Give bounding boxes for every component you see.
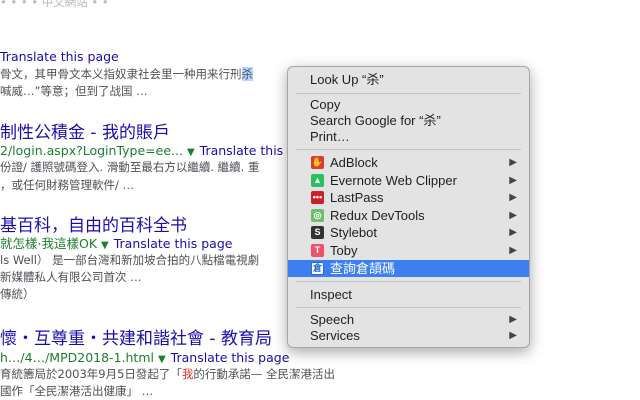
result-3-url[interactable]: h…/4…/MPD2018-1.html — [0, 350, 154, 365]
result-0-url-line: Translate this page — [0, 46, 119, 65]
menu-item-evernote[interactable]: ▲ Evernote Web Clipper ▶ — [288, 172, 529, 189]
menu-item-search-google[interactable]: Search Google for “杀” — [288, 112, 529, 129]
result-3-url-line: h…/4…/MPD2018-1.html ▼ Translate this page — [0, 347, 289, 366]
submenu-arrow-icon: ▶ — [509, 330, 517, 341]
result-2-snippet-2: 新媒體私人有限公司首次 … — [0, 270, 142, 284]
menu-item-toby[interactable]: T Toby ▶ — [288, 242, 529, 259]
result-0-snippet-2: 喊威…”等意；但到了战国 … — [0, 84, 148, 98]
result-1-snippet-2: ，或任何財務管理軟件/ … — [0, 178, 135, 192]
dropdown-triangle-icon[interactable]: ▼ — [158, 354, 166, 365]
dropdown-triangle-icon[interactable]: ▼ — [101, 240, 109, 251]
toby-icon: T — [311, 244, 324, 257]
menu-separator — [296, 281, 521, 282]
result-3-snippet-2: 國作「全民潔港活出健康」 … — [0, 384, 154, 398]
menu-item-adblock[interactable]: ✋ AdBlock ▶ — [288, 154, 529, 171]
result-0-translate-link[interactable]: Translate this page — [0, 49, 119, 64]
menu-item-label: 查詢倉頡碼 — [330, 260, 396, 276]
menu-item-label: Stylebot — [330, 225, 377, 241]
top-partial-text: • • • • 中文網站 • • — [0, 0, 109, 9]
menu-item-print[interactable]: Print… — [288, 128, 529, 145]
cangjie-lookup-icon: 倉 — [311, 261, 324, 275]
result-3-translate-link[interactable]: Translate this page — [171, 350, 290, 365]
context-menu: Look Up “杀” Copy Search Google for “杀” P… — [287, 66, 530, 348]
stylebot-icon: S — [311, 226, 324, 240]
menu-item-label: Evernote Web Clipper — [330, 172, 457, 188]
result-0-snippet-1: 骨文，其甲骨文本义指奴隶社会里一种用来行刑杀 — [0, 67, 253, 81]
result-2-url[interactable]: 就怎樣·我這樣OK — [0, 236, 97, 251]
result-1-url[interactable]: 2/login.aspx?LoginType=ee... — [0, 143, 183, 158]
menu-item-stylebot[interactable]: S Stylebot ▶ — [288, 224, 529, 241]
result-3-title[interactable]: 懷・互尊重・共建和諧社會 - 教育局 — [0, 324, 272, 349]
submenu-arrow-icon: ▶ — [509, 192, 517, 204]
menu-item-label: Toby — [330, 243, 358, 258]
dropdown-triangle-icon[interactable]: ▼ — [187, 147, 195, 158]
menu-separator — [296, 93, 521, 94]
menu-item-inspect[interactable]: Inspect — [288, 286, 529, 303]
submenu-arrow-icon: ▶ — [509, 314, 517, 325]
evernote-icon: ▲ — [311, 173, 324, 187]
result-2-snippet-3: 傳統） — [0, 287, 35, 301]
menu-item-label: LastPass — [330, 190, 384, 206]
menu-item-lastpass[interactable]: ••• LastPass ▶ — [288, 189, 529, 206]
menu-item-redux-devtools[interactable]: ◎ Redux DevTools ▶ — [288, 207, 529, 224]
result-1-url-line: 2/login.aspx?LoginType=ee... ▼ Translate t… — [0, 140, 303, 159]
result-2-snippet-1: ls Well） 是一部台灣和新加坡合拍的八點檔電視劇 — [0, 253, 260, 267]
menu-separator — [296, 149, 521, 150]
submenu-arrow-icon: ▶ — [509, 174, 517, 186]
submenu-arrow-icon: ▶ — [509, 209, 517, 221]
menu-item-speech[interactable]: Speech ▶ — [288, 311, 529, 328]
menu-item-services[interactable]: Services ▶ — [288, 327, 529, 344]
lastpass-icon: ••• — [311, 191, 324, 205]
result-2-translate-link[interactable]: Translate this page — [114, 236, 233, 251]
result-2-url-line: 就怎樣·我這樣OK ▼ Translate this page — [0, 233, 232, 252]
menu-item-cangjie-lookup[interactable]: 倉查詢倉頡碼 — [288, 259, 529, 277]
menu-separator — [296, 307, 521, 308]
redux-devtools-icon: ◎ — [311, 208, 324, 222]
result-3-snippet-1: 育統籌局於2003年9月5日發起了「我的行動承諾— 全民潔港活出 — [0, 367, 336, 381]
menu-item-label: Redux DevTools — [330, 207, 425, 223]
submenu-arrow-icon: ▶ — [509, 245, 517, 256]
adblock-icon: ✋ — [311, 156, 324, 169]
menu-item-copy[interactable]: Copy — [288, 96, 529, 113]
menu-item-label: AdBlock — [330, 155, 378, 170]
submenu-arrow-icon: ▶ — [509, 157, 517, 168]
menu-item-look-up[interactable]: Look Up “杀” — [288, 71, 529, 88]
result-1-snippet-1: 份證/ 護照號碼登入. 滑動至最右方以繼續. 繼續. 重 — [0, 160, 260, 174]
submenu-arrow-icon: ▶ — [509, 227, 517, 239]
selected-text[interactable]: 杀 — [241, 67, 253, 81]
